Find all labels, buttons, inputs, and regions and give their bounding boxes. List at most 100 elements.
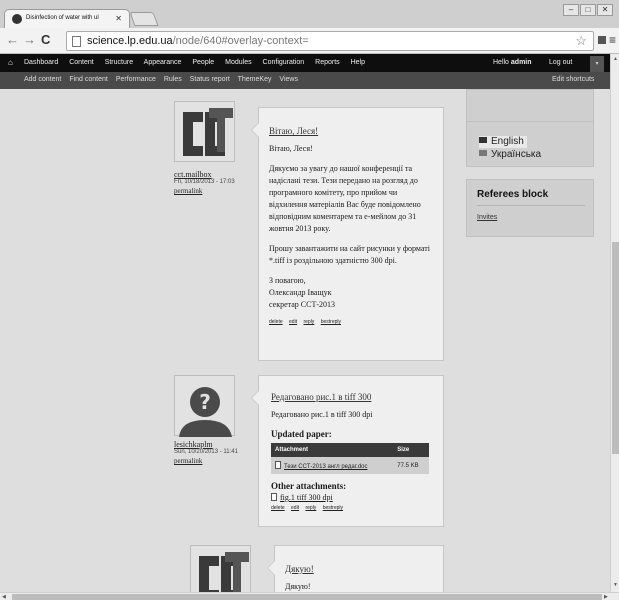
scrollbar-thumb[interactable] [612,242,619,454]
close-tab-icon[interactable]: ✕ [115,14,122,23]
admin-item-structure[interactable]: Structure [105,59,133,66]
comment-body: Редаговано рис.1 в tiff 300 Редаговано р… [251,375,444,527]
bookmark-star-icon[interactable]: ☆ [575,32,587,50]
language-english[interactable]: English [479,136,527,148]
admin-item-help[interactable]: Help [351,59,365,66]
url-host: science.lp.edu.ua [87,35,173,47]
logout-link[interactable]: Log out [549,59,572,66]
author-link[interactable]: lesichkaplm [174,441,244,449]
extension-icon[interactable] [598,36,606,44]
maximize-icon[interactable]: □ [580,4,596,16]
shortcut-rules[interactable]: Rules [164,76,182,83]
comment-meta: cct.mailbox Fri, 10/18/2013 - 17:03 perm… [174,171,244,195]
updated-paper-heading: Updated paper: [271,429,332,439]
edit-shortcuts-link[interactable]: Edit shortcuts [552,76,594,83]
block-title: Referees block [477,189,549,200]
minimize-icon[interactable]: – [563,4,579,16]
admin-toolbar: ⌂ Dashboard Content Structure Appearance… [0,54,619,72]
other-attachment[interactable]: fig.1 tiff 300 dpi [271,493,433,502]
svg-text:?: ? [199,390,211,414]
admin-menu: Dashboard Content Structure Appearance P… [24,59,374,66]
admin-item-reports[interactable]: Reports [315,59,340,66]
comment-paragraph: Прошу завантажити на сайт рисунки у форм… [269,244,430,265]
bestreply-link[interactable]: bestreply [323,505,343,511]
new-tab-button[interactable] [129,12,159,26]
shortcut-add-content[interactable]: Add content [24,76,61,83]
admin-item-appearance[interactable]: Appearance [144,59,182,66]
comment-title[interactable]: Редаговано рис.1 в tiff 300 [271,392,433,402]
shortcut-menu: Add content Find content Performance Rul… [24,76,304,83]
language-label[interactable]: English [491,136,524,147]
delete-link[interactable]: delete [269,319,283,325]
shortcut-performance[interactable]: Performance [116,76,156,83]
admin-item-dashboard[interactable]: Dashboard [24,59,58,66]
scroll-left-icon[interactable]: ◀ [2,594,6,600]
forward-icon[interactable]: → [23,33,36,47]
page-content: cct.mailbox Fri, 10/18/2013 - 17:03 perm… [0,89,610,592]
address-toolbar: ← → C science.lp.edu.ua/node/640#overlay… [0,28,619,54]
admin-item-content[interactable]: Content [69,59,94,66]
reply-link[interactable]: reply [305,505,316,511]
url-path: /node/640#overlay-context= [172,35,309,47]
edit-link[interactable]: edit [291,505,299,511]
language-switcher: English Українська [466,121,594,167]
permalink[interactable]: permalink [174,458,244,465]
avatar[interactable] [190,545,251,592]
scroll-right-icon[interactable]: ▶ [604,594,608,600]
shortcut-themekey[interactable]: ThemeKey [238,76,272,83]
other-attachment-link[interactable]: fig.1 tiff 300 dpi [280,493,333,502]
shortcut-views[interactable]: Views [279,76,298,83]
divider [477,205,585,206]
language-ukrainian[interactable]: Українська [479,149,593,161]
table-header: Size [393,443,429,457]
comment-body: Вітаю, Леся! Вітаю, Леся! Дякуємо за ува… [251,107,444,361]
home-icon[interactable]: ⌂ [8,58,13,67]
avatar[interactable] [174,101,235,162]
back-icon[interactable]: ← [6,33,19,47]
browser-tab[interactable]: Disinfection of water with ul ✕ [4,9,130,28]
comment-title[interactable]: Вітаю, Леся! [269,126,433,136]
language-label[interactable]: Українська [491,149,541,160]
cct-logo-icon [183,108,233,156]
permalink[interactable]: permalink [174,188,244,195]
username[interactable]: admin [511,59,532,66]
close-window-icon[interactable]: ✕ [597,4,613,16]
hello-prefix: Hello [493,59,511,66]
attachment-link[interactable]: Тези ССТ-2013 англ редаг.doc [271,457,394,474]
invites-link[interactable]: Invites [477,214,593,221]
admin-item-modules[interactable]: Modules [225,59,251,66]
shortcut-find-content[interactable]: Find content [69,76,108,83]
tab-title: Disinfection of water with ul [26,15,99,21]
shortcuts-toggle-icon[interactable]: ▾ [590,56,604,72]
shortcut-status-report[interactable]: Status report [190,76,230,83]
scroll-down-icon[interactable]: ▼ [613,582,618,588]
comment-paragraph: Дякую! [285,582,311,591]
edit-link[interactable]: edit [289,319,297,325]
menu-icon[interactable]: ≡ [609,33,616,47]
author-link[interactable]: cct.mailbox [174,171,244,179]
bestreply-link[interactable]: bestreply [321,319,341,325]
scrollbar-thumb[interactable] [12,594,602,600]
comment-date: Sun, 10/20/2013 - 11:41 [174,449,238,455]
reload-icon[interactable]: C [41,33,50,47]
other-attachments-heading: Other attachments: [271,481,347,491]
url-field[interactable]: science.lp.edu.ua/node/640#overlay-conte… [66,31,594,51]
delete-link[interactable]: delete [271,505,285,511]
comment-title[interactable]: Дякую! [285,564,433,574]
page-icon [72,36,81,47]
comment-links: delete edit reply bestreply [271,505,433,511]
reply-link[interactable]: reply [303,319,314,325]
vertical-scrollbar[interactable]: ▲ ▼ [610,54,619,592]
horizontal-scrollbar[interactable]: ◀ ▶ [0,592,619,600]
comment-meta: lesichkaplm Sun, 10/20/2013 - 11:41 perm… [174,441,244,465]
admin-item-people[interactable]: People [192,59,214,66]
attachment-name[interactable]: Тези ССТ-2013 англ редаг.doc [284,464,368,470]
admin-item-configuration[interactable]: Configuration [263,59,305,66]
scroll-up-icon[interactable]: ▲ [613,56,618,62]
attachments-table: Attachment Size Тези ССТ-2013 англ редаг… [271,443,429,474]
comment-signature: З повагою, Олександр Іващук секретар ССТ… [269,276,336,309]
image-file-icon [271,493,277,501]
avatar[interactable]: ? [174,375,235,437]
comment-date: Fri, 10/18/2013 - 17:03 [174,179,235,185]
favicon-icon [12,14,22,24]
